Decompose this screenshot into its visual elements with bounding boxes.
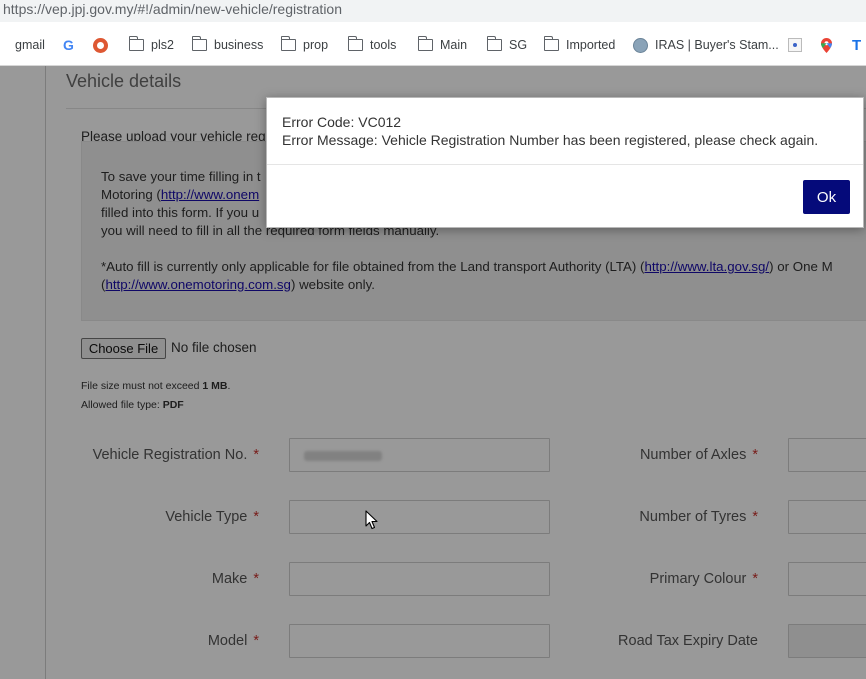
- bookmark-label: tools: [370, 38, 397, 52]
- folder-icon: [543, 36, 559, 51]
- bookmark-folder-main[interactable]: Main: [417, 36, 468, 54]
- bookmarks-bar: gmail G pls2 business prop tools Main SG…: [0, 22, 866, 66]
- address-bar[interactable]: https://vep.jpj.gov.my/#!/admin/new-vehi…: [0, 0, 866, 22]
- folder-icon: [128, 36, 144, 51]
- iras-icon: [633, 37, 648, 53]
- maps-pin-icon: [821, 37, 832, 53]
- bookmark-extension[interactable]: [788, 36, 802, 54]
- mouse-cursor-icon: [365, 510, 378, 530]
- bookmark-label: gmail: [15, 38, 45, 52]
- bookmark-t[interactable]: T: [852, 36, 861, 54]
- bookmark-label: Imported: [566, 38, 616, 52]
- url-text[interactable]: https://vep.jpj.gov.my/#!/admin/new-vehi…: [3, 1, 342, 17]
- bookmark-label: Main: [440, 38, 468, 52]
- bookmark-folder-pls2[interactable]: pls2: [128, 36, 174, 54]
- bookmark-folder-prop[interactable]: prop: [280, 36, 329, 54]
- bookmark-folder-tools[interactable]: tools: [347, 36, 397, 54]
- bookmark-folder-sg[interactable]: SG: [486, 36, 528, 54]
- bookmark-label: prop: [303, 38, 329, 52]
- dialog-divider: [267, 164, 863, 165]
- folder-icon: [417, 36, 433, 51]
- google-icon: G: [63, 37, 74, 53]
- screen: https://vep.jpj.gov.my/#!/admin/new-vehi…: [0, 0, 866, 679]
- error-message-text: Error Message: Vehicle Registration Numb…: [282, 132, 819, 148]
- bookmark-label: business: [214, 38, 264, 52]
- ok-button[interactable]: Ok: [803, 180, 850, 214]
- folder-icon: [191, 36, 207, 51]
- bookmark-folder-business[interactable]: business: [191, 36, 264, 54]
- bookmark-maps[interactable]: [821, 36, 832, 54]
- extension-icon: [788, 38, 802, 52]
- bookmark-label: SG: [509, 38, 528, 52]
- duckduckgo-icon: [93, 37, 108, 53]
- bookmark-duckduckgo[interactable]: [93, 36, 108, 54]
- bookmark-folder-imported[interactable]: Imported: [543, 36, 616, 54]
- bookmark-label: IRAS | Buyer's Stam...: [655, 38, 779, 52]
- folder-icon: [486, 36, 502, 51]
- bookmark-google[interactable]: G: [63, 36, 74, 54]
- error-code-text: Error Code: VC012: [282, 114, 402, 130]
- folder-icon: [280, 36, 296, 51]
- bookmark-iras[interactable]: IRAS | Buyer's Stam...: [633, 36, 779, 54]
- folder-icon: [347, 36, 363, 51]
- bookmark-gmail[interactable]: gmail: [0, 36, 45, 54]
- error-dialog: Error Code: VC012 Error Message: Vehicle…: [266, 97, 864, 228]
- bookmark-label: pls2: [151, 38, 174, 52]
- t-icon: T: [852, 36, 862, 54]
